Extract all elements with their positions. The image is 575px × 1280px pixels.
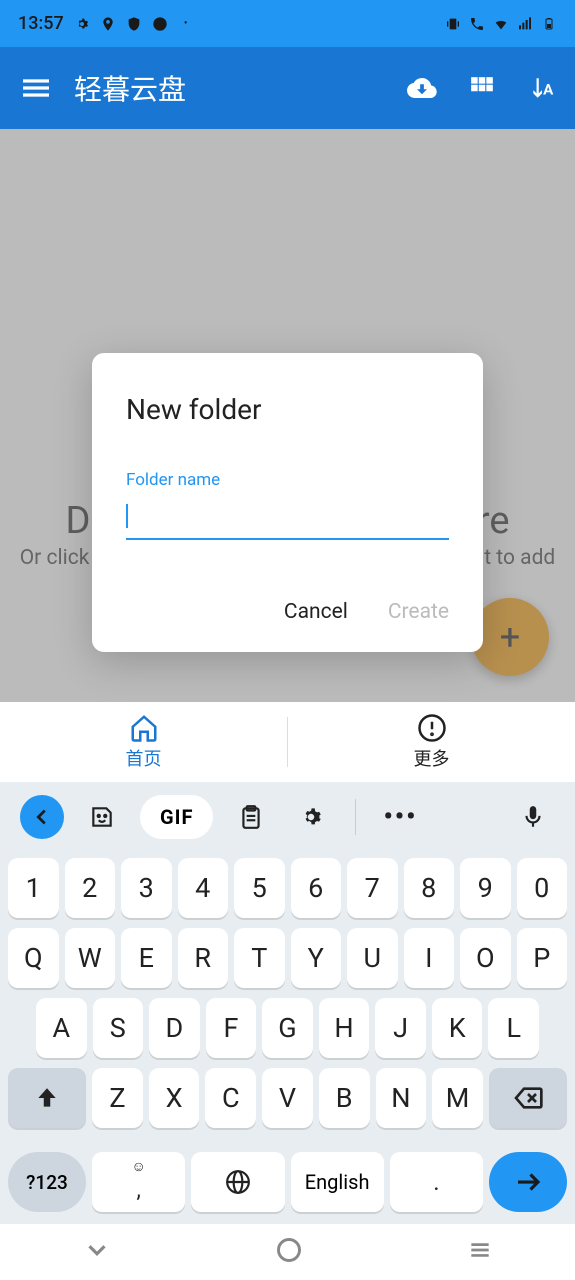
key-r[interactable]: R xyxy=(178,928,229,988)
app-title: 轻暮云盘 xyxy=(74,68,407,108)
key-6[interactable]: 6 xyxy=(291,858,342,918)
key-a[interactable]: A xyxy=(36,998,87,1058)
key-1[interactable]: 1 xyxy=(8,858,59,918)
kb-settings-icon[interactable] xyxy=(289,795,333,839)
nav-more[interactable]: 更多 xyxy=(288,702,575,782)
key-2[interactable]: 2 xyxy=(65,858,116,918)
language-key[interactable] xyxy=(191,1152,284,1212)
clipboard-icon[interactable] xyxy=(229,795,273,839)
status-bar: 13:57 • xyxy=(0,0,575,47)
key-z[interactable]: Z xyxy=(92,1068,143,1128)
key-x[interactable]: X xyxy=(149,1068,200,1128)
key-f[interactable]: F xyxy=(206,998,257,1058)
more-icon[interactable]: ••• xyxy=(378,795,422,839)
period-key[interactable]: . xyxy=(390,1152,483,1212)
key-u[interactable]: U xyxy=(347,928,398,988)
key-d[interactable]: D xyxy=(149,998,200,1058)
sort-icon[interactable]: A xyxy=(527,73,557,103)
nav-home-label: 首页 xyxy=(126,745,162,771)
wifi-icon xyxy=(493,16,509,32)
status-time: 13:57 xyxy=(18,13,64,34)
cancel-button[interactable]: Cancel xyxy=(284,600,348,624)
sys-recent-icon[interactable] xyxy=(467,1237,493,1267)
create-button[interactable]: Create xyxy=(388,600,449,624)
gif-button[interactable]: GIF xyxy=(140,795,213,839)
bottom-nav: 首页 更多 xyxy=(0,702,575,782)
key-h[interactable]: H xyxy=(319,998,370,1058)
shield-icon xyxy=(126,16,142,32)
key-g[interactable]: G xyxy=(262,998,313,1058)
key-w[interactable]: W xyxy=(65,928,116,988)
dialog-title: New folder xyxy=(126,393,449,426)
dot-icon: • xyxy=(178,16,194,32)
settings-icon xyxy=(74,16,90,32)
key-m[interactable]: M xyxy=(432,1068,483,1128)
key-n[interactable]: N xyxy=(376,1068,427,1128)
shift-key[interactable] xyxy=(8,1068,86,1128)
symbols-key[interactable]: ?123 xyxy=(8,1152,86,1212)
vibrate-icon xyxy=(445,16,461,32)
key-b[interactable]: B xyxy=(319,1068,370,1128)
key-5[interactable]: 5 xyxy=(234,858,285,918)
key-i[interactable]: I xyxy=(404,928,455,988)
system-nav xyxy=(0,1224,575,1280)
key-k[interactable]: K xyxy=(432,998,483,1058)
kb-separator xyxy=(355,799,356,835)
key-e[interactable]: E xyxy=(121,928,172,988)
key-o[interactable]: O xyxy=(460,928,511,988)
mic-icon[interactable] xyxy=(511,795,555,839)
sys-home-icon[interactable] xyxy=(275,1236,303,1268)
menu-button[interactable] xyxy=(12,64,60,112)
sticker-icon[interactable] xyxy=(80,795,124,839)
key-j[interactable]: J xyxy=(375,998,426,1058)
keyboard: GIF ••• 1234567890 QWERTYUIOP ASDFGHJKL … xyxy=(0,782,575,1224)
nav-home[interactable]: 首页 xyxy=(0,702,287,782)
key-8[interactable]: 8 xyxy=(404,858,455,918)
app-header: 轻暮云盘 A xyxy=(0,47,575,129)
key-7[interactable]: 7 xyxy=(347,858,398,918)
key-t[interactable]: T xyxy=(234,928,285,988)
svg-text:A: A xyxy=(543,81,554,99)
key-4[interactable]: 4 xyxy=(178,858,229,918)
kb-back-icon[interactable] xyxy=(20,795,64,839)
new-folder-dialog: New folder Folder name Cancel Create xyxy=(92,353,483,652)
space-key[interactable]: English xyxy=(291,1152,384,1212)
key-0[interactable]: 0 xyxy=(517,858,568,918)
battery-icon xyxy=(541,16,557,32)
sys-back-icon[interactable] xyxy=(82,1235,112,1269)
key-3[interactable]: 3 xyxy=(121,858,172,918)
input-label: Folder name xyxy=(126,470,449,490)
key-s[interactable]: S xyxy=(93,998,144,1058)
emoji-key[interactable]: ☺ , xyxy=(92,1152,185,1212)
compass-icon xyxy=(152,16,168,32)
key-c[interactable]: C xyxy=(205,1068,256,1128)
key-l[interactable]: L xyxy=(488,998,539,1058)
key-y[interactable]: Y xyxy=(291,928,342,988)
location-icon xyxy=(100,16,116,32)
download-icon[interactable] xyxy=(407,73,437,103)
signal-icon xyxy=(517,16,533,32)
key-p[interactable]: P xyxy=(517,928,568,988)
key-q[interactable]: Q xyxy=(8,928,59,988)
nav-more-label: 更多 xyxy=(414,745,450,771)
main-area: Drag and drop the file here Or click the… xyxy=(0,129,575,702)
enter-key[interactable] xyxy=(489,1152,567,1212)
grid-view-icon[interactable] xyxy=(467,73,497,103)
call-icon xyxy=(469,16,485,32)
key-v[interactable]: V xyxy=(262,1068,313,1128)
backspace-key[interactable] xyxy=(489,1068,567,1128)
folder-name-input[interactable] xyxy=(126,496,449,540)
key-9[interactable]: 9 xyxy=(460,858,511,918)
